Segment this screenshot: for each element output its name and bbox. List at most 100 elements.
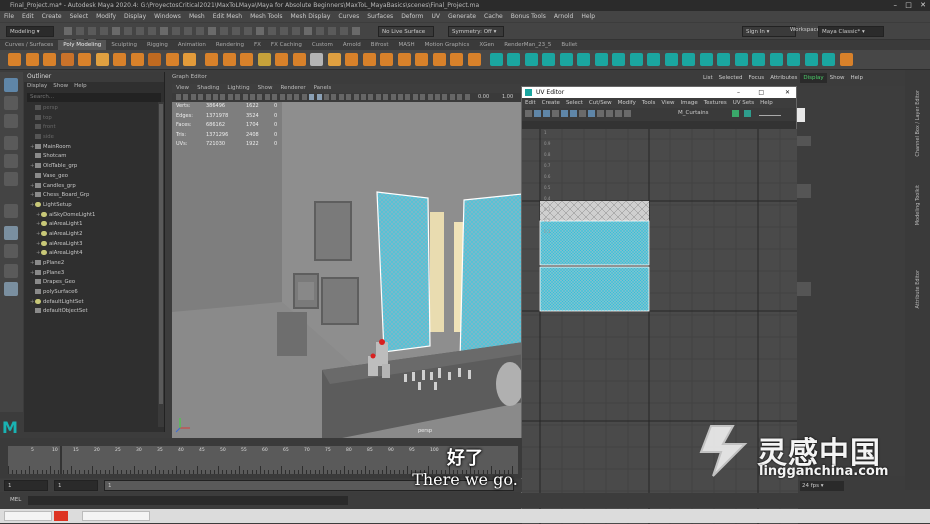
uv-tool-icon[interactable]	[615, 110, 622, 117]
shelf-tool-icon[interactable]	[415, 53, 428, 66]
shelf-tool-icon[interactable]	[78, 53, 91, 66]
outliner-item[interactable]: + defaultLightSet	[24, 298, 164, 308]
shelf-tool-icon[interactable]	[647, 53, 660, 66]
shelf-tab[interactable]: Curves / Surfaces	[0, 40, 58, 50]
status-tool-icon[interactable]	[112, 27, 120, 35]
status-tool-icon[interactable]	[196, 27, 204, 35]
outliner-item[interactable]: + aiSkyDomeLight1	[24, 211, 164, 221]
status-tool-icon[interactable]	[292, 27, 300, 35]
viewport-tool-icon[interactable]	[346, 94, 352, 100]
uv-minimize-icon[interactable]: –	[737, 87, 740, 98]
signin-button[interactable]: Sign In ▾	[742, 26, 796, 37]
graph-editor-label[interactable]: Graph Editor	[172, 74, 522, 83]
uv-menu-item[interactable]: UV Sets	[730, 98, 757, 108]
side-tab[interactable]: Channel Box / Layer Editor	[915, 90, 921, 157]
viewport-tool-icon[interactable]	[198, 94, 204, 100]
close-icon[interactable]: ✕	[920, 1, 926, 9]
viewport-tool-icon[interactable]	[213, 94, 218, 100]
viewport-tool-icon[interactable]	[264, 94, 270, 100]
menu-item[interactable]: Windows	[150, 11, 185, 22]
outliner-item[interactable]: + MainRoom	[24, 143, 164, 153]
menu-item[interactable]: Select	[66, 11, 93, 22]
shelf-tool-icon[interactable]	[594, 53, 608, 66]
viewport-tool-icon[interactable]	[420, 94, 426, 100]
move-tool-icon[interactable]	[4, 136, 18, 150]
mel-input[interactable]	[28, 496, 348, 505]
shelf-tool-icon[interactable]	[787, 53, 800, 66]
uv-menu-item[interactable]: Create	[539, 98, 563, 108]
outliner-item[interactable]: polySurface6	[24, 288, 164, 298]
shelf-tool-icon[interactable]	[489, 53, 503, 66]
shelf-tool-icon[interactable]	[8, 53, 21, 66]
shelf-tool-icon[interactable]	[450, 53, 463, 66]
shelf-tool-icon[interactable]	[612, 53, 625, 66]
outliner-item[interactable]: Drapes_Geo	[24, 278, 164, 288]
outliner-item[interactable]: persp	[24, 104, 164, 114]
uv-tool-icon[interactable]	[624, 110, 631, 117]
shelf-tool-icon[interactable]	[205, 53, 218, 66]
outliner-search-input[interactable]: Search...	[27, 93, 161, 102]
maximize-icon[interactable]: □	[905, 1, 912, 9]
shelf-tool-icon[interactable]	[839, 53, 853, 66]
shelf-tab[interactable]: XGen	[474, 40, 499, 50]
menu-item[interactable]: Generate	[444, 11, 480, 22]
uv-menu-item[interactable]: Select	[563, 98, 586, 108]
viewport-tool-icon[interactable]	[250, 94, 255, 100]
shelf-tool-icon[interactable]	[769, 53, 783, 66]
status-tool-icon[interactable]	[340, 27, 348, 35]
uv-menu-item[interactable]: Textures	[701, 98, 730, 108]
shelf-tab[interactable]: FX Caching	[266, 40, 307, 50]
expand-icon[interactable]: +	[36, 230, 41, 240]
menu-item[interactable]: Edit Mesh	[209, 11, 246, 22]
exposure-field[interactable]: 0.00	[478, 94, 489, 100]
uv-shade-icon[interactable]	[743, 110, 751, 117]
shelf-tool-icon[interactable]	[524, 53, 538, 66]
status-tool-icon[interactable]	[172, 27, 180, 35]
outliner-item[interactable]: + pPlane2	[24, 259, 164, 269]
status-tool-icon[interactable]	[184, 27, 192, 35]
panel-button[interactable]	[797, 136, 811, 146]
outliner-item[interactable]: Shotcam	[24, 152, 164, 162]
menu-item[interactable]: Cache	[480, 11, 507, 22]
menu-item[interactable]: Bonus Tools	[507, 11, 550, 22]
outliner-item[interactable]: + aiAreaLight4	[24, 249, 164, 259]
panel-button[interactable]	[797, 282, 811, 296]
shelf-tool-icon[interactable]	[752, 53, 765, 66]
side-tab[interactable]: Attribute Editor	[915, 270, 921, 308]
status-tool-icon[interactable]	[220, 27, 228, 35]
outliner-item[interactable]: + aiAreaLight3	[24, 240, 164, 250]
shelf-tool-icon[interactable]	[380, 53, 393, 66]
outliner-item[interactable]: + aiAreaLight1	[24, 220, 164, 230]
outliner-menu-item[interactable]: Display	[24, 82, 50, 91]
shelf-tool-icon[interactable]	[432, 53, 446, 66]
viewport-tool-icon[interactable]	[442, 94, 448, 100]
uv-tool-icon[interactable]	[570, 110, 577, 117]
shelf-tab[interactable]: RenderMan_23_5	[499, 40, 556, 50]
uv-tool-icon[interactable]	[588, 110, 595, 117]
shelf-tool-icon[interactable]	[664, 53, 678, 66]
status-tool-icon[interactable]	[160, 27, 168, 35]
shelf-tool-icon[interactable]	[467, 53, 481, 66]
viewport-tool-icon[interactable]	[316, 94, 322, 100]
outliner-item[interactable]: + OldTable_grp	[24, 162, 164, 172]
viewport-tool-icon[interactable]	[368, 94, 374, 100]
uv-menu-item[interactable]: Help	[757, 98, 776, 108]
shelf-tool-icon[interactable]	[362, 53, 376, 66]
uv-tool-icon[interactable]	[534, 110, 541, 117]
viewport-tool-icon[interactable]	[361, 94, 366, 100]
uv-tool-icon[interactable]	[552, 110, 559, 117]
status-tool-icon[interactable]	[328, 27, 336, 35]
uv-tool-icon[interactable]	[606, 110, 613, 117]
shelf-tab[interactable]: Sculpting	[106, 40, 142, 50]
uv-maximize-icon[interactable]: □	[758, 87, 764, 98]
viewport-tool-icon[interactable]	[331, 94, 337, 100]
shelf-tab[interactable]: Bifrost	[366, 40, 394, 50]
outliner-scrollbar[interactable]	[158, 102, 164, 427]
shelf-tool-icon[interactable]	[577, 53, 590, 66]
outliner-item[interactable]: Vase_geo	[24, 172, 164, 182]
attr-menu-item[interactable]: Display	[800, 73, 827, 83]
viewport-menu-item[interactable]: Renderer	[276, 84, 309, 93]
shelf-tool-icon[interactable]	[275, 53, 288, 66]
viewport-tool-icon[interactable]	[301, 94, 307, 100]
uv-editor-titlebar[interactable]: UV Editor – □ ✕	[522, 87, 796, 98]
